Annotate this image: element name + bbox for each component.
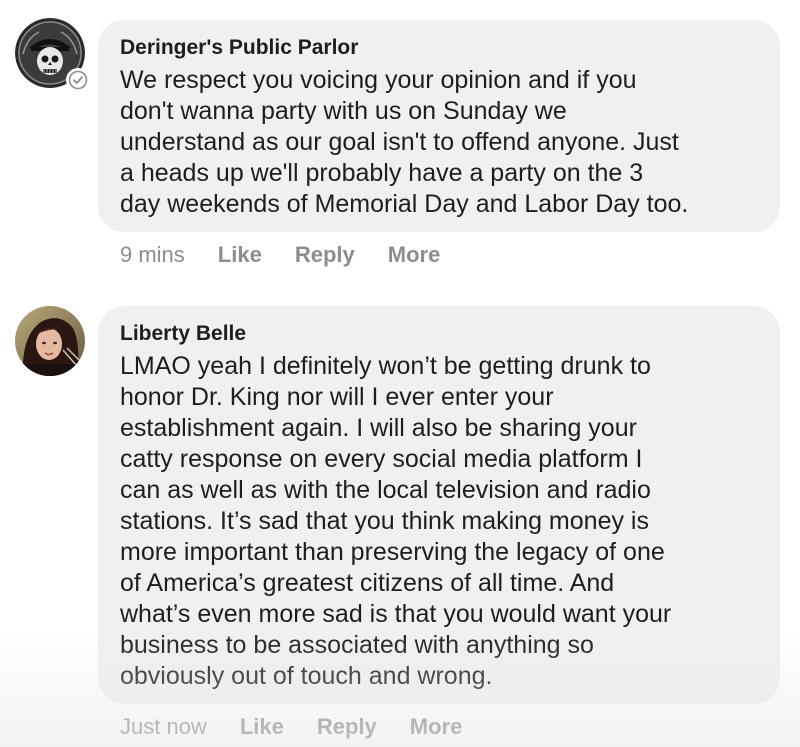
checkmark-badge-icon [68, 70, 88, 90]
comment-text: LMAO yeah I definitely won’t be getting … [120, 352, 672, 690]
profile-photo [15, 306, 85, 376]
comment-timestamp[interactable]: 9 mins [120, 242, 185, 268]
comment-deringers: Deringer's Public Parlor We respect you … [0, 0, 800, 290]
comment-thread: Deringer's Public Parlor We respect you … [0, 0, 800, 747]
more-button[interactable]: More [388, 242, 441, 268]
like-button[interactable]: Like [240, 714, 284, 740]
comment-author[interactable]: Liberty Belle [120, 321, 758, 347]
comment-text: We respect you voicing your opinion and … [120, 66, 689, 218]
comment-actions: Just now Like Reply More [120, 714, 495, 740]
comment-timestamp[interactable]: Just now [120, 714, 207, 740]
reply-button[interactable]: Reply [295, 242, 355, 268]
like-button[interactable]: Like [218, 242, 262, 268]
comment-bubble: Liberty Belle LMAO yeah I definitely won… [98, 306, 780, 704]
verified-badge [66, 68, 90, 92]
comment-liberty-belle: Liberty Belle LMAO yeah I definitely won… [0, 290, 800, 747]
avatar-liberty-belle[interactable] [15, 306, 85, 376]
comment-actions: 9 mins Like Reply More [120, 242, 473, 268]
more-button[interactable]: More [410, 714, 463, 740]
comment-bubble: Deringer's Public Parlor We respect you … [98, 20, 780, 232]
reply-button[interactable]: Reply [317, 714, 377, 740]
comment-author[interactable]: Deringer's Public Parlor [120, 35, 758, 61]
